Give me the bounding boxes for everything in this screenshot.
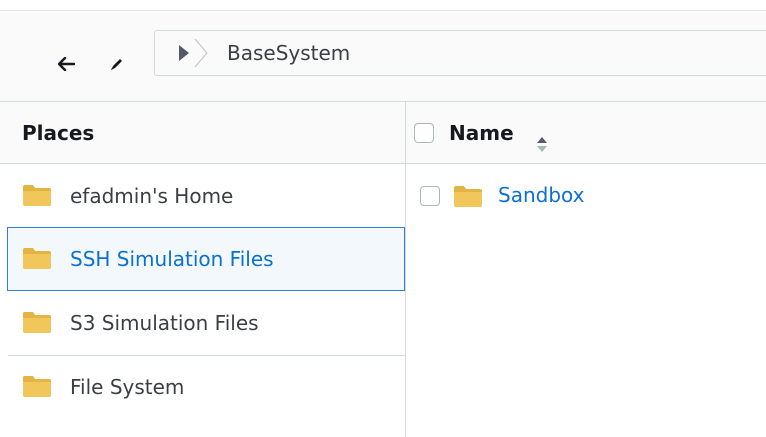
pencil-icon	[111, 59, 122, 70]
file-name-link[interactable]: Sandbox	[498, 182, 584, 208]
place-item-label: File System	[70, 375, 185, 399]
edit-path-button[interactable]	[104, 51, 130, 77]
row-checkbox[interactable]	[420, 186, 440, 206]
folder-icon	[23, 312, 51, 333]
breadcrumb-separator	[194, 38, 208, 68]
place-item-label: efadmin's Home	[70, 184, 234, 208]
places-title: Places	[22, 121, 95, 145]
breadcrumb-basesystem[interactable]: BaseSystem	[227, 42, 350, 64]
place-item-efadmin-home[interactable]: efadmin's Home	[8, 165, 405, 228]
folder-icon	[454, 186, 482, 207]
place-item-label: SSH Simulation Files	[70, 247, 274, 271]
caret-right-icon	[179, 45, 189, 61]
select-all-checkbox[interactable]	[414, 123, 434, 143]
path-toggle[interactable]	[175, 43, 193, 63]
place-item-file-system[interactable]: File System	[8, 356, 405, 419]
place-item-label: S3 Simulation Files	[70, 311, 259, 335]
arrow-left-icon	[58, 57, 76, 71]
place-item-s3-simulation-files[interactable]: S3 Simulation Files	[8, 292, 405, 355]
header-divider	[0, 163, 766, 164]
folder-icon	[23, 376, 51, 397]
sort-icon[interactable]	[535, 135, 549, 153]
folder-icon	[23, 248, 51, 269]
name-column-header[interactable]: Name	[449, 121, 514, 145]
path-bar[interactable]: BaseSystem	[154, 30, 766, 76]
folder-icon	[23, 185, 51, 206]
back-button[interactable]	[54, 51, 80, 77]
place-item-ssh-simulation-files[interactable]: SSH Simulation Files	[7, 227, 405, 291]
toolbar: BaseSystem	[0, 11, 766, 101]
